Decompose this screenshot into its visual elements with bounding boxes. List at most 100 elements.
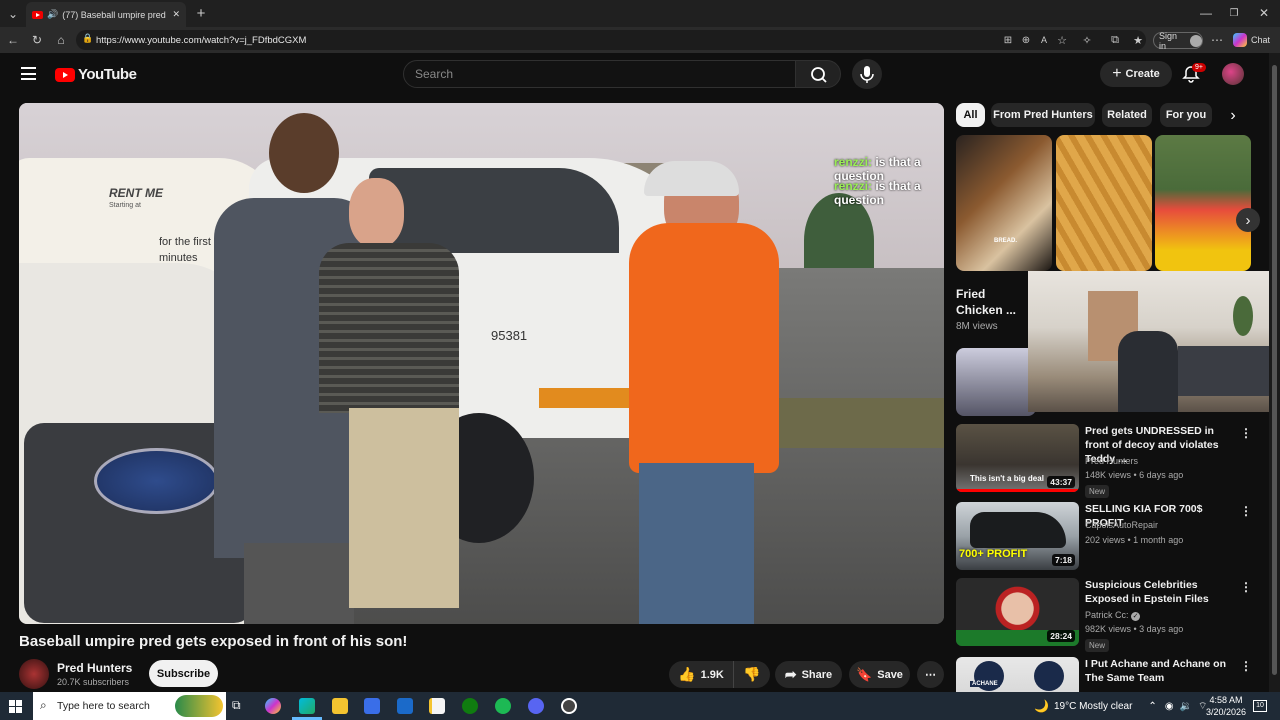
chip-for-you[interactable]: For you xyxy=(1160,103,1212,127)
tab-list-chevron-icon[interactable]: ⌄ xyxy=(5,6,21,22)
person-umpire-cap xyxy=(644,161,739,196)
ford-logo xyxy=(94,448,219,514)
task-view-icon[interactable]: ⧉ xyxy=(232,698,248,714)
spotify-icon[interactable] xyxy=(495,698,511,714)
menu-dots-icon[interactable]: ⋮ xyxy=(1240,659,1252,673)
person-man-pants xyxy=(349,408,459,608)
copilot-taskbar-icon[interactable] xyxy=(265,698,281,714)
favorite-star-icon[interactable]: ☆ xyxy=(1055,33,1069,47)
chip-all[interactable]: All xyxy=(956,103,985,127)
windows-start-icon[interactable] xyxy=(9,700,22,713)
short-views: 8M views xyxy=(956,321,998,332)
chips-next-icon[interactable]: › xyxy=(1225,107,1241,124)
restore-icon[interactable]: ❐ xyxy=(1226,5,1242,21)
save-button[interactable]: 🔖 Save xyxy=(849,661,910,688)
more-dots-icon: ⋯ xyxy=(925,669,936,681)
voice-search-button[interactable] xyxy=(852,59,882,89)
short-thumbnail[interactable] xyxy=(956,348,1036,416)
url-field[interactable]: 🔒 https://www.youtube.com/watch?v=j_FDfb… xyxy=(76,30,1146,50)
weather-text[interactable]: 19°C Mostly clear xyxy=(1054,701,1132,712)
discord-icon[interactable] xyxy=(528,698,544,714)
more-actions-button[interactable]: ⋯ xyxy=(917,661,944,688)
like-button[interactable]: 👍 1.9K xyxy=(669,661,733,688)
volume-icon[interactable]: 🔉 xyxy=(1180,701,1192,712)
read-aloud-icon[interactable]: A xyxy=(1037,33,1051,47)
minimize-icon[interactable]: — xyxy=(1198,5,1214,21)
video-meta: 982K views • 3 days ago xyxy=(1085,624,1184,634)
like-count: 1.9K xyxy=(700,668,724,681)
app-available-icon[interactable]: ⊞ xyxy=(1001,33,1015,47)
menu-dots-icon[interactable]: ⋮ xyxy=(1240,580,1252,594)
recommended-video[interactable]: This isn't a big deal 43:37 Pred gets UN… xyxy=(956,424,1256,498)
more-options-icon[interactable]: ⋯ xyxy=(1210,33,1224,47)
obs-icon[interactable] xyxy=(561,698,577,714)
short-thumbnail[interactable] xyxy=(1155,135,1251,271)
thumbnail-caption: ACHANE xyxy=(970,681,1000,687)
scrollbar-thumb[interactable] xyxy=(1272,65,1277,675)
close-tab-icon[interactable]: ✕ xyxy=(172,9,180,20)
store-icon[interactable] xyxy=(364,698,380,714)
search-button[interactable] xyxy=(795,60,841,88)
van-windshield xyxy=(369,168,619,253)
hamburger-menu-icon[interactable] xyxy=(21,67,36,80)
weather-icon[interactable]: 🌙 xyxy=(1034,699,1049,713)
short-thumbnail[interactable]: BREAD. xyxy=(956,135,1052,271)
shorts-next-button[interactable]: › xyxy=(1236,208,1260,232)
video-meta: 202 views • 1 month ago xyxy=(1085,535,1184,545)
page-scrollbar[interactable] xyxy=(1269,53,1280,692)
collections-icon[interactable]: ⧉ xyxy=(1108,33,1122,47)
zoom-icon[interactable]: ⊕ xyxy=(1019,33,1033,47)
network-icon[interactable]: ◉ xyxy=(1165,701,1174,712)
thumbnail-caption: 700+ PROFIT xyxy=(959,548,1028,560)
taskbar-clock[interactable]: 4:58 AM 3/20/2026 xyxy=(1204,694,1248,718)
taskbar-search-input[interactable]: ⌕ Type here to search xyxy=(33,692,226,720)
user-avatar[interactable] xyxy=(1222,63,1244,85)
subscribe-button[interactable]: Subscribe xyxy=(149,660,218,687)
channel-name[interactable]: Pred Hunters xyxy=(57,661,132,675)
short-title-line: Chicken ... xyxy=(956,303,1017,317)
thumbs-down-icon: 👎 xyxy=(743,666,761,682)
menu-dots-icon[interactable]: ⋮ xyxy=(1240,504,1252,518)
channel-avatar[interactable] xyxy=(19,659,49,689)
browser-tab-active[interactable]: 🔊 (77) Baseball umpire pred gets ✕ xyxy=(26,2,186,27)
edge-browser-icon[interactable] xyxy=(299,698,315,714)
speaker-icon[interactable]: 🔊 xyxy=(47,9,58,20)
url-text: https://www.youtube.com/watch?v=j_FDfbdC… xyxy=(96,34,307,46)
menu-dots-icon[interactable]: ⋮ xyxy=(1240,426,1252,440)
new-tab-icon[interactable]: + xyxy=(193,5,209,22)
short-thumbnail[interactable] xyxy=(1056,135,1152,271)
home-icon[interactable]: ⌂ xyxy=(53,32,69,48)
create-button[interactable]: + Create xyxy=(1100,61,1172,87)
copilot-icon xyxy=(1233,33,1247,47)
youtube-logo[interactable]: YouTube xyxy=(55,66,137,83)
sign-in-button[interactable]: Sign in xyxy=(1153,31,1203,51)
notepad-icon[interactable] xyxy=(429,698,445,714)
share-button[interactable]: ➦ Share xyxy=(775,661,842,688)
thumbs-up-icon: 👍 xyxy=(678,666,696,682)
chip-from-pred-hunters[interactable]: From Pred Hunters xyxy=(991,103,1095,127)
show-hidden-icons-icon[interactable]: ⌃ xyxy=(1148,701,1156,712)
back-icon[interactable]: ← xyxy=(5,32,21,48)
outlook-icon[interactable] xyxy=(397,698,413,714)
recommended-video[interactable]: 700+ PROFIT 7:18 SELLING KIA FOR 700$ PR… xyxy=(956,502,1256,574)
lock-icon[interactable]: 🔒 xyxy=(82,33,93,44)
favorites-bar-icon[interactable]: ★ xyxy=(1131,33,1145,47)
chip-related[interactable]: Related xyxy=(1102,103,1152,127)
recommended-video[interactable]: 28:24 Suspicious Celebrities Exposed in … xyxy=(956,578,1256,652)
copilot-chat-button[interactable]: Chat xyxy=(1233,32,1279,48)
youtube-header: YouTube Search + Create 9+ xyxy=(0,53,1268,95)
file-explorer-icon[interactable] xyxy=(332,698,348,714)
video-player[interactable]: RENT ME Starting at for the first minute… xyxy=(19,103,944,624)
extensions-icon[interactable]: ✧ xyxy=(1080,33,1094,47)
short-title[interactable]: Fried Chicken ... xyxy=(956,286,1016,318)
search-input[interactable]: Search xyxy=(403,60,796,88)
recommended-video[interactable]: ACHANE I Put Achane and Achane on The Sa… xyxy=(956,657,1256,692)
xbox-icon[interactable] xyxy=(462,698,478,714)
dislike-button[interactable]: 👎 xyxy=(733,661,770,688)
grass-strip xyxy=(769,398,944,448)
close-window-icon[interactable]: ✕ xyxy=(1256,5,1272,21)
video-thumbnail: 28:24 xyxy=(956,578,1079,646)
van-number: 95381 xyxy=(491,328,528,343)
notification-center-icon[interactable]: 10 xyxy=(1253,700,1267,712)
refresh-icon[interactable]: ↻ xyxy=(29,32,45,48)
